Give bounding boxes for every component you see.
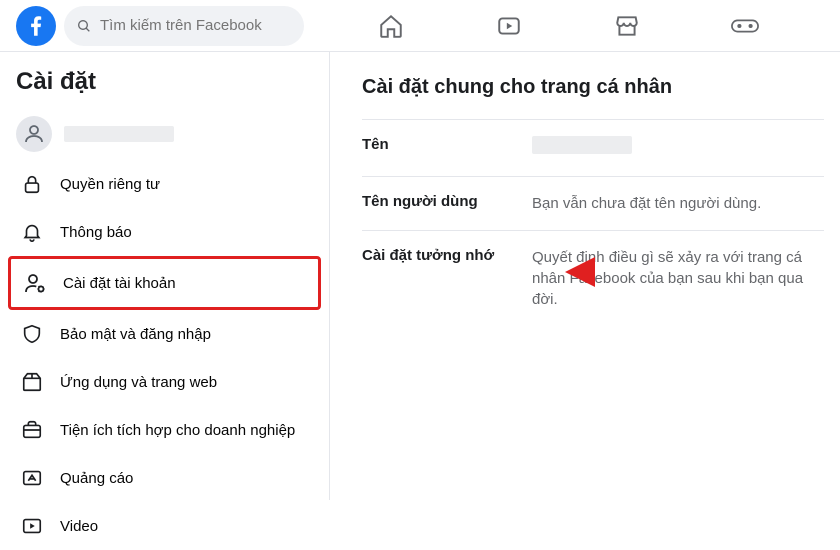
facebook-logo[interactable] [16, 6, 56, 46]
sidebar: Cài đặt Quyền riêng tư Thông báo Cài đặt… [0, 52, 330, 500]
topbar [0, 0, 840, 52]
video-icon [16, 510, 48, 542]
sidebar-item-account-settings[interactable]: Cài đặt tài khoản [8, 256, 321, 310]
sidebar-item-label: Quyền riêng tư [60, 176, 160, 193]
briefcase-icon [16, 414, 48, 446]
sidebar-item-privacy[interactable]: Quyền riêng tư [8, 160, 321, 208]
user-gear-icon [19, 267, 51, 299]
megaphone-icon [16, 462, 48, 494]
sidebar-item-label: Thông báo [60, 224, 132, 241]
sidebar-item-label: Tiện ích tích hợp cho doanh nghiệp [60, 422, 295, 439]
sidebar-item-business[interactable]: Tiện ích tích hợp cho doanh nghiệp [8, 406, 321, 454]
sidebar-item-profile[interactable] [8, 108, 321, 160]
search-box[interactable] [64, 6, 304, 46]
lock-icon [16, 168, 48, 200]
shield-icon [16, 318, 48, 350]
setting-value [532, 136, 824, 160]
sidebar-item-label [64, 126, 174, 142]
apps-icon [16, 366, 48, 398]
avatar-icon [16, 116, 52, 152]
main-content: Cài đặt chung cho trang cá nhân Tên Tên … [330, 52, 840, 500]
setting-value: Quyết định điều gì sẽ xảy ra với trang c… [532, 247, 824, 310]
bell-icon [16, 216, 48, 248]
sidebar-item-label: Ứng dụng và trang web [60, 374, 217, 391]
sidebar-item-ads[interactable]: Quảng cáo [8, 454, 321, 502]
setting-key: Cài đặt tưởng nhớ [362, 247, 532, 310]
sidebar-item-apps[interactable]: Ứng dụng và trang web [8, 358, 321, 406]
search-input[interactable] [100, 17, 292, 34]
sidebar-item-video[interactable]: Video [8, 502, 321, 550]
sidebar-title: Cài đặt [8, 64, 321, 108]
sidebar-item-label: Bảo mật và đăng nhập [60, 326, 211, 343]
setting-row-username[interactable]: Tên người dùng Bạn vẫn chưa đặt tên ngườ… [362, 176, 824, 230]
setting-row-memorialization[interactable]: Cài đặt tưởng nhớ Quyết định điều gì sẽ … [362, 230, 824, 326]
setting-key: Tên người dùng [362, 193, 532, 214]
sidebar-item-security[interactable]: Bảo mật và đăng nhập [8, 310, 321, 358]
marketplace-icon[interactable] [613, 12, 641, 40]
home-icon[interactable] [377, 12, 405, 40]
setting-key: Tên [362, 136, 532, 160]
page-title: Cài đặt chung cho trang cá nhân [362, 76, 824, 99]
search-icon [76, 18, 92, 34]
setting-row-name[interactable]: Tên [362, 119, 824, 176]
sidebar-item-notifications[interactable]: Thông báo [8, 208, 321, 256]
sidebar-item-label: Quảng cáo [60, 470, 133, 487]
watch-icon[interactable] [495, 12, 523, 40]
gaming-icon[interactable] [731, 12, 759, 40]
setting-value: Bạn vẫn chưa đặt tên người dùng. [532, 193, 824, 214]
sidebar-item-label: Video [60, 518, 98, 535]
top-nav [312, 12, 824, 40]
sidebar-item-label: Cài đặt tài khoản [63, 275, 176, 292]
